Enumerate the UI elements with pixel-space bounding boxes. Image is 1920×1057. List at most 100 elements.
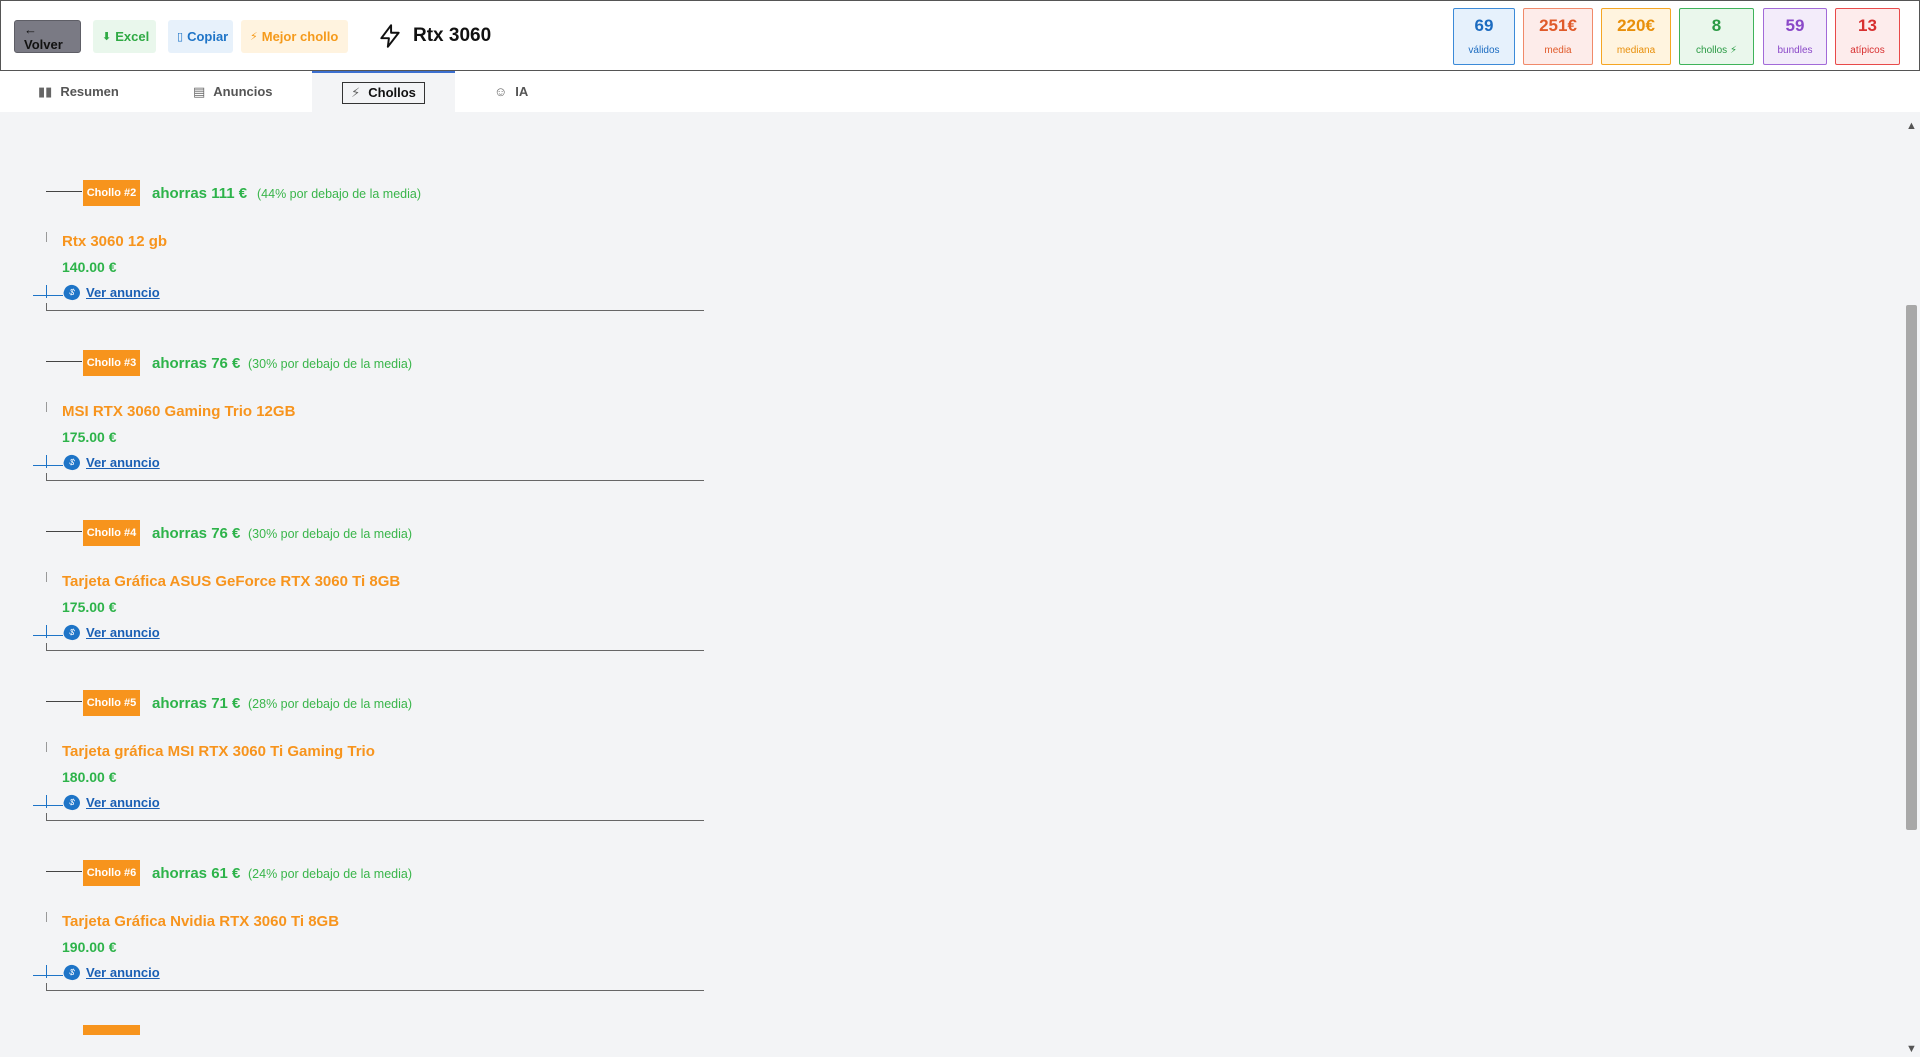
deal-title: Tarjeta Gráfica ASUS GeForce RTX 3060 Ti… [62,573,401,590]
scrollbar-thumb[interactable] [1906,305,1917,830]
divider [46,285,47,298]
lightning-icon [380,24,400,48]
deal-savings: ahorras 76 € [152,355,241,372]
scrollbar[interactable]: ▲ ▼ [1903,112,1920,1057]
scroll-down-icon[interactable]: ▼ [1903,1043,1920,1055]
stat-value: 8 [1711,16,1722,35]
tag-icon: $ [61,792,83,813]
divider [46,361,82,362]
deal-title: Tarjeta gráfica MSI RTX 3060 Ti Gaming T… [62,743,375,760]
lightning-icon: ⚡ [1729,45,1737,56]
divider [33,805,63,806]
robot-icon: ☺ [494,84,508,99]
divider [46,625,47,638]
divider [46,912,47,922]
copy-button[interactable]: ▯ Copiar [168,20,233,53]
excel-button[interactable]: ⬇ Excel [93,20,156,53]
page-title: Rtx 3060 [413,25,492,46]
deal-price: 180.00 € [62,769,117,785]
stat-value: 220€ [1617,16,1655,35]
divider [46,310,704,311]
tab-label: Chollos [368,85,416,100]
stat-label: válidos [1468,45,1500,56]
stat-validos: 69 válidos [1453,8,1515,65]
divider [46,965,47,978]
stat-media: 251€ media [1523,8,1593,65]
clipboard-icon: ▯ [177,31,184,43]
stat-atipicos: 13 atípicos [1835,8,1900,65]
excel-label: Excel [115,29,150,44]
deal-item: Chollo #6 ahorras 61 € (24% por debajo d… [33,853,705,1023]
deal-savings: ahorras 111 € [152,185,248,202]
back-label: ← Volver [24,21,63,52]
deal-link-row: $ Ver anuncio [33,452,233,473]
divider [46,820,704,821]
deal-savings: ahorras 71 € [152,695,241,712]
tab-label: Anuncios [213,84,273,99]
tab-chollos[interactable]: ⚡ Chollos [312,71,455,112]
deal-percent: (28% por debajo de la media) [248,697,412,711]
divider [46,990,704,991]
divider [46,232,47,242]
top-bar: ← Volver ⬇ Excel ▯ Copiar ⚡ Mejor chollo Rt… [0,0,1920,71]
back-button[interactable]: ← Volver [14,20,81,53]
stat-value: 59 [1785,16,1805,35]
deal-link-row: $ Ver anuncio [33,962,233,983]
lightning-icon: ⚡ [250,31,258,43]
deal-percent: (24% por debajo de la media) [248,867,412,881]
deal-badge: Chollo #2 [83,180,140,206]
divider [46,455,47,468]
tag-icon: $ [61,282,83,303]
scroll-up-icon[interactable]: ▲ [1903,120,1920,132]
deal-percent: (30% por debajo de la media) [248,527,412,541]
tab-anuncios[interactable]: ▤ Anuncios [193,71,273,112]
divider [46,480,704,481]
divider [46,871,82,872]
deal-item: Chollo #3 ahorras 76 € (30% por debajo d… [33,343,705,513]
divider [33,295,63,296]
deal-badge: Chollo #4 [83,520,140,546]
tag-icon: $ [61,452,83,473]
deal-badge-partial [83,1025,140,1035]
stat-label: bundles [1777,45,1813,56]
deal-title: Tarjeta Gráfica Nvidia RTX 3060 Ti 8GB [62,913,340,930]
tab-resumen[interactable]: ▮▮ Resumen [38,71,119,112]
stat-value: 13 [1858,16,1877,35]
tab-bar: ▮▮ Resumen ▤ Anuncios ⚡ Chollos ☺ IA [0,71,1920,112]
deal-savings: ahorras 61 € [152,865,241,882]
stat-label-wrap: chollos ⚡ [1696,45,1737,56]
clipboard-icon: ▤ [193,83,206,99]
download-icon: ⬇ [102,31,112,43]
view-listing-link[interactable]: Ver anuncio [86,795,160,810]
deals-list: Chollo #2 ahorras 111 € (44% por debajo … [0,112,1903,1057]
deal-link-row: $ Ver anuncio [33,282,233,303]
stat-label: chollos [1696,45,1728,56]
view-listing-link[interactable]: Ver anuncio [86,965,160,980]
deal-link-row: $ Ver anuncio [33,622,233,643]
divider [46,795,47,808]
view-listing-link[interactable]: Ver anuncio [86,455,160,470]
deal-link-row: $ Ver anuncio [33,792,233,813]
deal-savings: ahorras 76 € [152,525,241,542]
deal-badge: Chollo #6 [83,860,140,886]
tab-label: Resumen [60,84,119,99]
deal-percent: (30% por debajo de la media) [248,357,412,371]
stat-mediana: 220€ mediana [1601,8,1671,65]
stat-label: media [1544,45,1572,56]
copy-label: Copiar [187,29,229,44]
view-listing-link[interactable]: Ver anuncio [86,625,160,640]
view-listing-link[interactable]: Ver anuncio [86,285,160,300]
divider [46,572,47,582]
divider [33,635,63,636]
tab-chollos-focus: ⚡ Chollos [342,81,425,104]
divider [46,742,47,752]
deal-percent: (44% por debajo de la media) [257,187,421,201]
lightning-icon: ⚡ [351,84,361,100]
stat-bundles: 59 bundles [1763,8,1827,65]
deal-item: Chollo #2 ahorras 111 € (44% por debajo … [33,173,705,343]
divider [46,701,82,702]
tab-ia[interactable]: ☺ IA [494,71,528,112]
deal-badge: Chollo #5 [83,690,140,716]
page-title-wrap: Rtx 3060 [377,23,491,49]
best-deal-button[interactable]: ⚡ Mejor chollo [241,20,348,53]
